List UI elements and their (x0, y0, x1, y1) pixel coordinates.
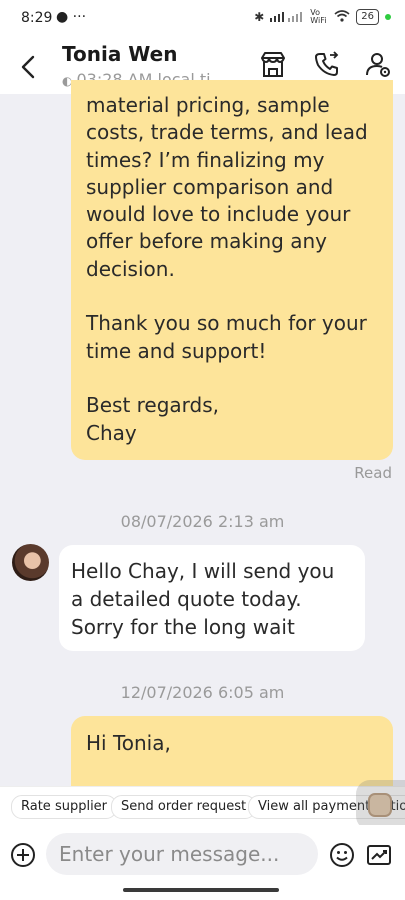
smiley-icon (330, 843, 354, 867)
contact-name[interactable]: Tonia Wen (62, 42, 177, 66)
phone-icon (315, 51, 339, 76)
message-line (86, 283, 383, 310)
message-line: Sorry for the long wait (71, 615, 295, 639)
message-line: times? I’m finalizing my (86, 147, 325, 172)
read-receipt: Read (354, 464, 392, 482)
message-line (86, 365, 383, 392)
vowifi-label: Vo WiFi (310, 8, 327, 25)
camera-indicator-icon (385, 14, 391, 20)
status-bar: 8:29 ● ··· ✱ Vo WiFi 26 (0, 0, 405, 38)
assistant-icon (368, 793, 392, 817)
store-button[interactable] (258, 50, 288, 80)
status-time: 8:29 (21, 10, 53, 26)
chart-card-icon (367, 845, 391, 865)
message-line: Hi Tonia, (86, 731, 171, 755)
quote-button[interactable] (366, 842, 392, 868)
avatar[interactable] (12, 544, 49, 581)
home-indicator[interactable] (123, 888, 279, 892)
outgoing-message-bubble[interactable]: material pricing, sample costs, trade te… (71, 80, 393, 460)
floating-assistant-button[interactable] (356, 780, 405, 830)
plus-circle-icon (11, 843, 35, 867)
send-order-request-chip[interactable]: Send order request (111, 795, 257, 819)
incoming-message-bubble[interactable]: Hello Chay, I will send you a detailed q… (59, 545, 365, 651)
store-icon (261, 52, 285, 77)
rate-supplier-chip[interactable]: Rate supplier (11, 795, 118, 819)
message-line: Best regards, (86, 393, 220, 418)
back-button[interactable] (14, 52, 44, 82)
message-line: would love to include your (86, 202, 351, 227)
add-attachment-button[interactable] (10, 842, 36, 868)
profile-button[interactable] (364, 50, 394, 80)
status-right-group: ✱ Vo WiFi 26 (254, 9, 391, 25)
quick-actions-bar: Rate supplier Send order request View al… (0, 786, 405, 825)
message-line: offer before making any (86, 229, 327, 254)
emoji-button[interactable] (329, 842, 355, 868)
message-line: Thank you so much for your (86, 311, 367, 336)
message-line: decision. (86, 256, 175, 281)
date-separator: 08/07/2026 2:13 am (120, 512, 285, 531)
chevron-left-icon (21, 55, 35, 79)
signal-icon (270, 10, 304, 25)
message-line: material pricing, sample (86, 93, 330, 117)
wifi-icon (334, 9, 350, 25)
profile-settings-icon (366, 53, 390, 77)
message-line: time and support! (86, 338, 267, 363)
message-input[interactable] (46, 833, 318, 875)
message-line: costs, trade terms, and lead (86, 120, 368, 145)
battery-icon: 26 (356, 9, 379, 25)
call-button[interactable] (312, 50, 342, 80)
message-line: supplier comparison and (86, 174, 334, 199)
bluetooth-icon: ✱ (254, 10, 265, 24)
message-composer (0, 825, 405, 900)
message-line: Chay (86, 420, 137, 445)
date-separator: 12/07/2026 6:05 am (120, 683, 285, 702)
message-line: Hello Chay, I will send you (71, 559, 335, 583)
message-line: a detailed quote today. (71, 587, 302, 611)
notification-icons: ● ··· (56, 9, 87, 25)
